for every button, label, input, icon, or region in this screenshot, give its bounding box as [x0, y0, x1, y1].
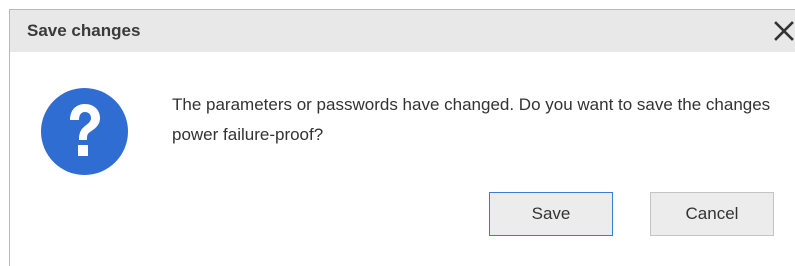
- cancel-button[interactable]: Cancel: [650, 192, 774, 236]
- question-icon: [41, 88, 128, 175]
- dialog-title: Save changes: [27, 21, 141, 40]
- close-icon: [774, 21, 794, 41]
- dialog-message: The parameters or passwords have changed…: [172, 95, 771, 144]
- save-button[interactable]: Save: [489, 192, 613, 236]
- close-button[interactable]: [773, 19, 795, 43]
- save-changes-dialog: Save changes The parameters or passwords…: [9, 9, 795, 266]
- dialog-titlebar: Save changes: [10, 10, 795, 52]
